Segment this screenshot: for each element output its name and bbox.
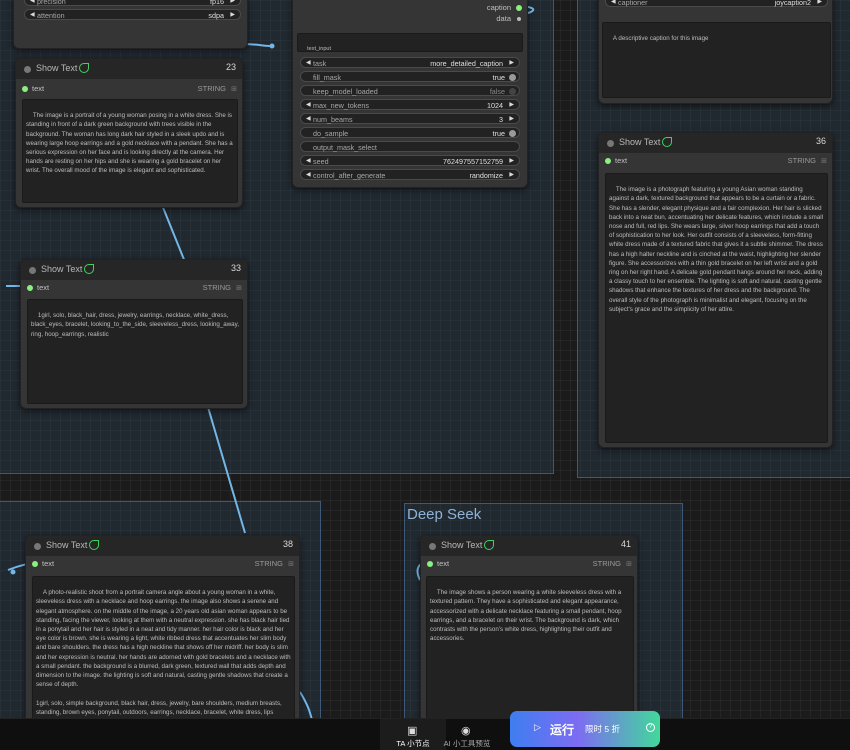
input-dot[interactable] [32, 561, 38, 567]
input-dot[interactable] [22, 86, 28, 92]
run-button[interactable]: ▷ 运行 限时 5 折 ? [510, 711, 660, 747]
output-dot[interactable] [516, 5, 522, 11]
arrow-right-icon[interactable]: ▶ [509, 115, 514, 122]
leaf-icon [484, 540, 494, 550]
output-text-area[interactable]: 1girl, solo, black_hair, dress, jewelry,… [27, 299, 243, 404]
collapse-dot-icon[interactable] [29, 267, 36, 274]
node-title: Show Text [441, 540, 483, 550]
arrow-right-icon[interactable]: ▶ [230, 0, 235, 4]
widget-precision[interactable]: ◀ precision fp16 ▶ [24, 0, 241, 6]
input-text[interactable]: text STRING ⊞ [26, 558, 299, 570]
node-title: Show Text [619, 137, 661, 147]
widget-num-beams[interactable]: ◀ num_beams 3 ▶ [300, 113, 520, 124]
collapse-dot-icon[interactable] [429, 543, 436, 550]
arrow-right-icon[interactable]: ▶ [230, 11, 235, 18]
input-text[interactable]: text STRING ⊞ [421, 558, 637, 570]
node-id-badge: 33 [230, 263, 241, 273]
grid-icon[interactable]: ⊞ [231, 85, 237, 93]
widget-output-mask-select[interactable]: output_mask_select [300, 141, 520, 152]
output-text-area[interactable]: The image shows a person wearing a white… [426, 576, 634, 724]
node-id-badge: 23 [225, 62, 236, 72]
widget-max-new-tokens[interactable]: ◀ max_new_tokens 1024 ▶ [300, 99, 520, 110]
leaf-icon [84, 264, 94, 274]
model-loader-node[interactable]: ◀ precision fp16 ▶ ◀ attention sdpa ▶ [13, 0, 248, 49]
eye-icon: ◉ [461, 725, 471, 737]
node-id-badge: 38 [282, 539, 293, 549]
node-id-badge: 41 [620, 539, 631, 549]
widget-task[interactable]: ◀ task more_detailed_caption ▶ [300, 57, 520, 68]
arrow-right-icon[interactable]: ▶ [817, 0, 822, 5]
output-text-area[interactable]: The image is a portrait of a young woman… [22, 99, 238, 203]
tab-ai-tools-preview[interactable]: ◉ AI 小工具预览 [434, 719, 500, 750]
group-title-deep-seek: Deep Seek [407, 506, 482, 523]
grid-icon[interactable]: ⊞ [821, 157, 827, 165]
input-text[interactable]: text STRING ⊞ [16, 83, 242, 95]
leaf-icon [79, 63, 89, 73]
widget-attention[interactable]: ◀ attention sdpa ▶ [24, 9, 241, 20]
bottom-toolbar: ▣ TA 小节点 ◉ AI 小工具预览 [0, 718, 850, 750]
show-text-node-33[interactable]: Show Text 33 text STRING ⊞ 1girl, solo, … [20, 259, 248, 409]
arrow-left-icon[interactable]: ◀ [306, 59, 311, 66]
output-dot[interactable] [517, 17, 521, 21]
arrow-right-icon[interactable]: ▶ [509, 157, 514, 164]
show-text-node-41[interactable]: Show Text 41 text STRING ⊞ The image sho… [420, 535, 638, 725]
toggle-knob-icon[interactable] [509, 129, 516, 137]
toggle-do-sample[interactable]: do_sample true [300, 127, 520, 138]
node-title: Show Text [36, 63, 78, 73]
node-title: Show Text [46, 540, 88, 550]
toggle-keep-model-loaded[interactable]: keep_model_loaded false [300, 85, 520, 96]
joycaption-node[interactable]: ◀ captioner joycaption2 ▶ A descriptive … [598, 0, 833, 104]
arrow-left-icon[interactable]: ◀ [306, 101, 311, 108]
arrow-left-icon[interactable]: ◀ [30, 11, 35, 18]
collapse-dot-icon[interactable] [34, 543, 41, 550]
input-text[interactable]: text STRING ⊞ [21, 282, 247, 294]
arrow-left-icon[interactable]: ◀ [306, 157, 311, 164]
show-text-node-23[interactable]: Show Text 23 text STRING ⊞ The image is … [15, 58, 243, 208]
arrow-right-icon[interactable]: ▶ [509, 59, 514, 66]
leaf-icon [662, 137, 672, 147]
help-icon[interactable]: ? [646, 723, 655, 732]
widget-seed[interactable]: ◀ seed 762497557152759 ▶ [300, 155, 520, 166]
arrow-right-icon[interactable]: ▶ [509, 101, 514, 108]
input-dot[interactable] [427, 561, 433, 567]
grid-icon[interactable]: ⊞ [288, 560, 294, 568]
toggle-knob-icon[interactable] [509, 87, 516, 95]
output-data[interactable]: data [293, 13, 527, 25]
widget-captioner[interactable]: ◀ captioner joycaption2 ▶ [605, 0, 828, 7]
arrow-left-icon[interactable]: ◀ [306, 115, 311, 122]
output-text-area[interactable]: The image is a photograph featuring a yo… [605, 173, 828, 443]
input-dot[interactable] [27, 285, 33, 291]
output-text-area[interactable]: A photo-realistic shoot from a portrait … [32, 576, 295, 724]
text-input-field[interactable]: text_input [297, 33, 523, 52]
arrow-left-icon[interactable]: ◀ [306, 171, 311, 178]
caption-node[interactable]: caption data text_input ◀ task more_deta… [292, 0, 528, 188]
leaf-icon [89, 540, 99, 550]
collapse-dot-icon[interactable] [24, 66, 31, 73]
prompt-field[interactable]: A descriptive caption for this image [602, 22, 831, 98]
input-dot[interactable] [605, 158, 611, 164]
input-text[interactable]: text STRING ⊞ [599, 155, 832, 167]
show-text-node-36[interactable]: Show Text 36 text STRING ⊞ The image is … [598, 132, 833, 448]
widget-control-after-generate[interactable]: ◀ control_after_generate randomize ▶ [300, 169, 520, 180]
arrow-right-icon[interactable]: ▶ [509, 171, 514, 178]
show-text-node-38[interactable]: Show Text 38 text STRING ⊞ A photo-reali… [25, 535, 300, 725]
toggle-fill-mask[interactable]: fill_mask true [300, 71, 520, 82]
node-title: Show Text [41, 264, 83, 274]
play-icon: ▷ [534, 722, 541, 732]
grid-icon[interactable]: ⊞ [626, 560, 632, 568]
node-icon: ▣ [407, 725, 418, 737]
collapse-dot-icon[interactable] [607, 140, 614, 147]
node-id-badge: 36 [815, 136, 826, 146]
arrow-left-icon[interactable]: ◀ [30, 0, 35, 4]
arrow-left-icon[interactable]: ◀ [611, 0, 616, 5]
toggle-knob-icon[interactable] [509, 73, 516, 81]
grid-icon[interactable]: ⊞ [236, 284, 242, 292]
